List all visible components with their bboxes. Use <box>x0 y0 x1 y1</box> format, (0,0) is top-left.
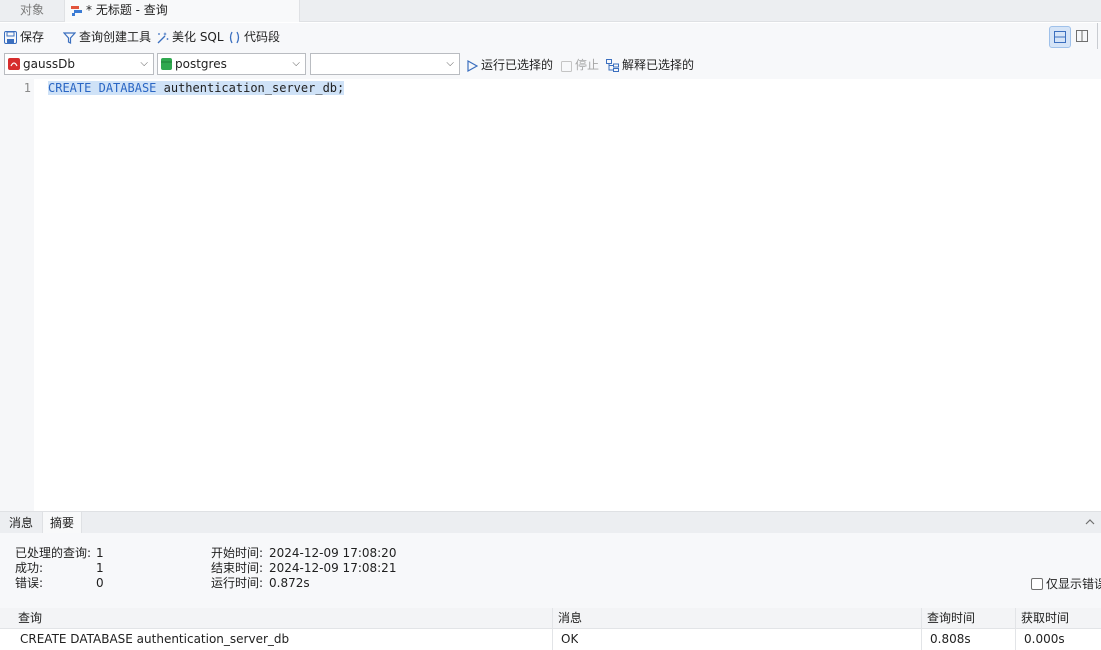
explain-selected-button[interactable]: 解释已选择的 <box>606 55 694 75</box>
column-divider[interactable] <box>552 608 553 629</box>
query-icon <box>71 2 83 16</box>
start-time-value: 2024-12-09 17:08:20 <box>269 546 397 560</box>
line-number: 1 <box>23 81 31 95</box>
connection-value: gaussDb <box>23 57 75 71</box>
tab-messages-label: 消息 <box>8 516 33 530</box>
checkbox-box[interactable] <box>1031 578 1043 590</box>
end-time-value: 2024-12-09 17:08:21 <box>269 561 397 575</box>
cell-query: CREATE DATABASE authentication_server_db <box>20 632 290 646</box>
database-select[interactable]: postgres ⌵ <box>157 53 306 75</box>
tab-objects-label: 对象 <box>19 3 44 17</box>
huawei-connection-icon <box>8 58 20 70</box>
save-icon <box>4 31 17 44</box>
chevron-down-icon: ⌵ <box>446 58 454 69</box>
column-divider <box>1015 629 1016 650</box>
tab-messages[interactable]: 消息 <box>0 512 42 534</box>
line-gutter: 1 <box>0 79 34 511</box>
cell-fetch-time: 0.000s <box>1024 632 1065 646</box>
query-builder-button[interactable]: 查询创建工具 <box>62 27 152 47</box>
success-label: 成功: <box>15 561 44 575</box>
stop-label: 停止 <box>575 58 600 72</box>
processed-value: 1 <box>96 546 104 560</box>
cell-query-time: 0.808s <box>930 632 971 646</box>
column-header-query[interactable]: 查询 <box>18 608 42 629</box>
layout-stacked-toggle[interactable] <box>1049 26 1071 48</box>
code-snippet-label: 代码段 <box>244 30 281 44</box>
play-icon <box>467 59 479 73</box>
errors-label: 错误: <box>15 576 44 590</box>
chevron-down-icon: ⌵ <box>292 58 300 69</box>
parentheses-icon <box>229 31 240 44</box>
code-line[interactable]: CREATE DATABASE authentication_server_db… <box>48 80 345 96</box>
chevron-up-icon[interactable] <box>1083 515 1097 529</box>
summary-panel: 已处理的查询: 1 成功: 1 错误: 0 开始时间: 2024-12-09 1… <box>0 533 1101 608</box>
database-value: postgres <box>175 57 227 71</box>
code-snippet-button[interactable]: 代码段 <box>228 27 280 47</box>
query-editor-window: 对象 * 无标题 - 查询 保存 查询创建工具 美化 SQL 代码段 gauss… <box>0 0 1101 650</box>
sql-editor[interactable]: 1 CREATE DATABASE authentication_server_… <box>0 79 1101 511</box>
stop-icon <box>561 61 572 72</box>
column-header-message[interactable]: 消息 <box>558 608 582 629</box>
run-selected-label: 运行已选择的 <box>481 58 554 72</box>
main-toolbar: 保存 查询创建工具 美化 SQL 代码段 <box>0 23 1101 51</box>
column-divider[interactable] <box>1015 608 1016 629</box>
success-value: 1 <box>96 561 104 575</box>
connection-bar: gaussDb ⌵ postgres ⌵ ⌵ 运行已选择的 停止 解释已选择的 <box>0 51 1101 79</box>
connection-select[interactable]: gaussDb ⌵ <box>4 53 154 75</box>
results-header: 查询 消息 查询时间 获取时间 <box>0 608 1101 629</box>
tab-query[interactable]: * 无标题 - 查询 <box>64 0 300 22</box>
table-row[interactable]: CREATE DATABASE authentication_server_db… <box>0 629 1101 650</box>
tab-query-label: * 无标题 - 查询 <box>86 3 168 17</box>
beautify-sql-label: 美化 SQL <box>172 30 224 44</box>
result-panel-tabs: 消息 摘要 <box>0 511 1101 534</box>
chevron-down-icon: ⌵ <box>140 58 148 69</box>
schema-select[interactable]: ⌵ <box>310 53 460 75</box>
cell-message: OK <box>561 632 579 646</box>
only-errors-label: 仅显示错误 <box>1046 577 1101 591</box>
column-divider <box>552 629 553 650</box>
column-divider[interactable] <box>921 608 922 629</box>
magic-wand-icon <box>157 32 169 44</box>
database-icon <box>161 58 172 70</box>
split-vertical-icon <box>1076 30 1088 42</box>
elapsed-value: 0.872s <box>269 576 310 590</box>
tab-objects[interactable]: 对象 <box>0 0 64 22</box>
start-time-label: 开始时间: <box>211 546 264 560</box>
tab-summary-label: 摘要 <box>49 516 74 530</box>
column-header-fetch-time[interactable]: 获取时间 <box>1021 608 1069 629</box>
errors-value: 0 <box>96 576 104 590</box>
save-label: 保存 <box>20 30 45 44</box>
tab-strip: 对象 * 无标题 - 查询 <box>0 0 1101 22</box>
elapsed-label: 运行时间: <box>211 576 264 590</box>
beautify-sql-button[interactable]: 美化 SQL <box>156 27 224 47</box>
run-selected-button[interactable]: 运行已选择的 <box>467 55 553 75</box>
save-button[interactable]: 保存 <box>4 27 44 47</box>
end-time-label: 结束时间: <box>211 561 264 575</box>
keyword-database: DATABASE <box>98 81 157 95</box>
split-horizontal-icon <box>1054 31 1066 43</box>
database-identifier: authentication_server_db; <box>163 81 345 95</box>
tab-summary[interactable]: 摘要 <box>42 512 82 534</box>
explain-tree-icon <box>606 59 619 72</box>
toolbar-edge-divider <box>1097 23 1098 49</box>
selected-text: CREATE DATABASE authentication_server_db… <box>48 81 345 95</box>
stop-button[interactable]: 停止 <box>561 55 599 75</box>
explain-selected-label: 解释已选择的 <box>622 58 695 72</box>
layout-side-by-side-toggle[interactable] <box>1072 26 1094 48</box>
only-errors-checkbox[interactable]: 仅显示错误 <box>1031 575 1101 592</box>
processed-label: 已处理的查询: <box>15 546 92 560</box>
keyword-create: CREATE <box>48 81 92 95</box>
query-builder-icon <box>62 32 77 44</box>
query-builder-label: 查询创建工具 <box>79 30 152 44</box>
column-header-query-time[interactable]: 查询时间 <box>927 608 975 629</box>
column-divider <box>921 629 922 650</box>
